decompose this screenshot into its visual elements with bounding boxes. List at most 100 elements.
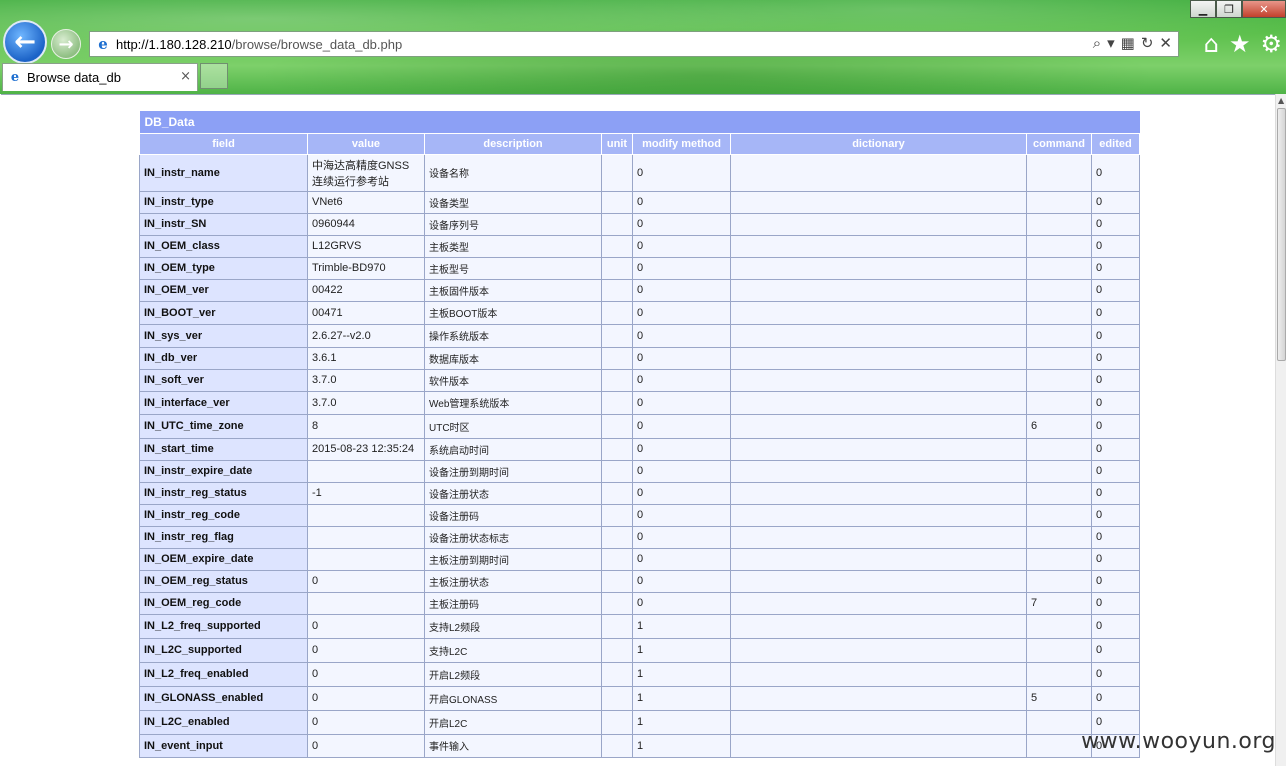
cell-command	[1026, 234, 1092, 258]
tab-close-icon[interactable]: ×	[180, 69, 191, 84]
cell-field: IN_soft_ver	[139, 368, 308, 392]
cell-field: IN_instr_SN	[139, 212, 308, 236]
db-data-table: DB_Data field value description unit modify …	[139, 111, 1141, 758]
compat-view-icon[interactable]: ▦	[1121, 34, 1135, 52]
new-tab-button[interactable]	[200, 63, 228, 89]
cell-edited: 0	[1090, 613, 1141, 639]
cell-dictionary	[730, 368, 1027, 392]
cell-field: IN_instr_name	[139, 153, 308, 192]
cell-description: 开启L2频段	[424, 661, 602, 687]
cell-edited: 0	[1090, 569, 1141, 593]
cell-command	[1026, 346, 1092, 370]
table-row: IN_instr_SN 0960944 设备序列号 0 0	[139, 212, 1141, 236]
cell-command	[1026, 613, 1092, 639]
refresh-icon[interactable]: ↻	[1141, 34, 1154, 52]
cell-field: IN_OEM_expire_date	[139, 547, 308, 571]
cell-value: 3.7.0	[307, 390, 425, 415]
page-viewport: DB_Data field value description unit modify …	[1, 94, 1275, 766]
cell-value: 3.7.0	[307, 368, 425, 392]
cell-modify: 1	[632, 685, 731, 711]
table-caption-row: DB_Data	[139, 111, 1140, 133]
cell-field: IN_sys_ver	[139, 323, 308, 348]
cell-dictionary	[730, 278, 1027, 302]
forward-button[interactable]: →	[51, 29, 81, 59]
cell-modify: 0	[632, 481, 731, 505]
cell-unit	[601, 503, 633, 527]
cell-description: 数据库版本	[424, 346, 602, 370]
search-icon[interactable]: ⌕	[1093, 34, 1101, 52]
cell-unit	[601, 368, 633, 392]
cell-unit	[601, 212, 633, 236]
cell-dictionary	[730, 503, 1027, 527]
cell-command	[1026, 256, 1092, 280]
cell-unit	[601, 685, 633, 711]
cell-field: IN_L2C_enabled	[139, 709, 308, 735]
column-header-field: field	[139, 132, 308, 155]
cell-command	[1026, 481, 1092, 505]
cell-edited: 0	[1090, 459, 1141, 483]
cell-edited: 0	[1090, 503, 1141, 527]
cell-description: 操作系统版本	[424, 323, 602, 348]
cell-description: 系统启动时间	[424, 437, 602, 461]
address-bar[interactable]: e http://1.180.128.210/browse/browse_dat…	[89, 31, 1179, 57]
stop-icon[interactable]: ✕	[1159, 34, 1172, 52]
cell-command	[1026, 569, 1092, 593]
scrollbar-thumb[interactable]	[1277, 108, 1286, 361]
cell-edited: 0	[1090, 153, 1141, 192]
cell-edited: 0	[1090, 437, 1141, 461]
cell-description: 主板BOOT版本	[424, 300, 602, 325]
favorites-star-icon[interactable]: ★	[1229, 30, 1251, 58]
cell-command	[1026, 278, 1092, 302]
scroll-up-icon[interactable]: ▲	[1278, 96, 1284, 105]
cell-field: IN_instr_expire_date	[139, 459, 308, 483]
cell-dictionary	[730, 256, 1027, 280]
home-icon[interactable]: ⌂	[1204, 30, 1219, 58]
cell-value: 8	[307, 413, 425, 439]
cell-modify: 0	[632, 368, 731, 392]
vertical-scrollbar[interactable]: ▲	[1275, 94, 1286, 766]
cell-field: IN_interface_ver	[139, 390, 308, 415]
cell-field: IN_OEM_type	[139, 256, 308, 280]
cell-dictionary	[730, 153, 1027, 192]
cell-field: IN_GLONASS_enabled	[139, 685, 308, 711]
cell-unit	[601, 278, 633, 302]
url-host: http://1.180.128.210	[116, 36, 232, 52]
cell-value: Trimble-BD970	[307, 256, 425, 280]
cell-value: 0	[307, 733, 425, 758]
address-url[interactable]: http://1.180.128.210/browse/browse_data_…	[116, 37, 402, 52]
cell-modify: 0	[632, 503, 731, 527]
cell-command	[1026, 323, 1092, 348]
cell-edited: 0	[1090, 591, 1141, 615]
minimize-button[interactable]: ▁	[1190, 0, 1216, 18]
close-window-button[interactable]: ✕	[1242, 0, 1286, 18]
cell-edited: 0	[1090, 346, 1141, 370]
cell-unit	[601, 323, 633, 348]
cell-value: 0	[307, 709, 425, 735]
dropdown-icon[interactable]: ▾	[1107, 34, 1115, 52]
cell-command: 6	[1026, 413, 1092, 439]
cell-dictionary	[730, 525, 1027, 549]
cell-field: IN_event_input	[139, 733, 308, 758]
cell-description: 软件版本	[424, 368, 602, 392]
cell-edited: 0	[1090, 278, 1141, 302]
cell-dictionary	[730, 390, 1027, 415]
table-row: IN_instr_reg_status -1 设备注册状态 0 0	[139, 481, 1141, 505]
cell-edited: 0	[1090, 637, 1141, 663]
column-header-command: command	[1026, 132, 1092, 155]
cell-modify: 1	[632, 637, 731, 663]
cell-description: 支持L2C	[424, 637, 602, 663]
forward-arrow-icon: →	[58, 33, 74, 55]
cell-description: 主板注册码	[424, 591, 602, 615]
cell-description: 设备类型	[424, 190, 602, 214]
settings-gear-icon[interactable]: ⚙	[1260, 30, 1282, 58]
cell-unit	[601, 346, 633, 370]
restore-button[interactable]: ❐	[1216, 0, 1242, 18]
cell-unit	[601, 569, 633, 593]
tab-browse-data-db[interactable]: e Browse data_db ×	[2, 63, 198, 91]
column-header-unit: unit	[601, 132, 633, 155]
cell-unit	[601, 525, 633, 549]
back-button[interactable]: ←	[3, 20, 47, 64]
cell-modify: 0	[632, 346, 731, 370]
cell-edited: 0	[1090, 661, 1141, 687]
cell-command	[1026, 525, 1092, 549]
